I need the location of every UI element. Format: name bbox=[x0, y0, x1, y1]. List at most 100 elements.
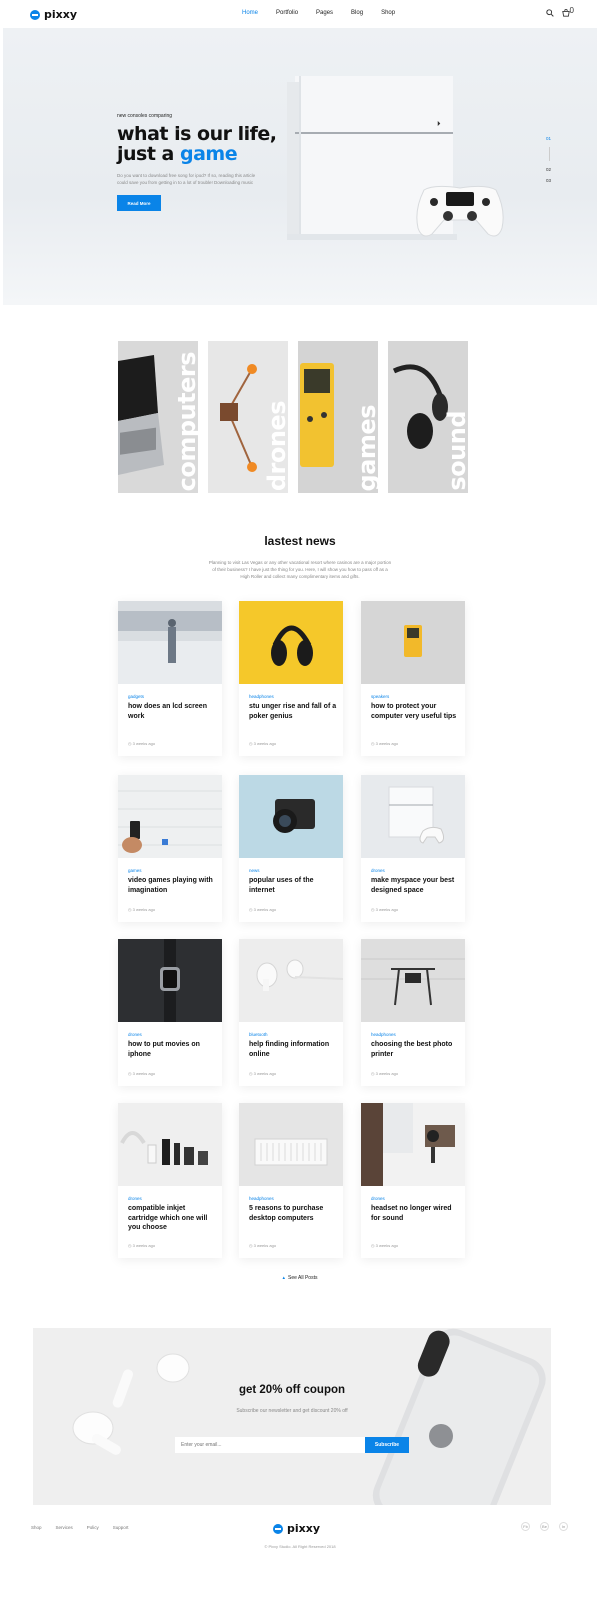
nav-portfolio[interactable]: Portfolio bbox=[276, 10, 298, 16]
category-games[interactable]: games bbox=[298, 341, 378, 493]
read-more-button[interactable]: Read More bbox=[117, 195, 161, 211]
see-all-posts-link[interactable]: ▴ See All Posts bbox=[0, 1275, 600, 1281]
hero-description: Do you want to download free song for ip… bbox=[117, 173, 256, 185]
cart-icon[interactable]: 0 bbox=[562, 6, 574, 19]
card-tag[interactable]: drones bbox=[128, 1032, 142, 1037]
header: pixxy Home Portfolio Pages Blog Shop 0 bbox=[0, 0, 600, 28]
news-card[interactable]: drones headset no longer wired for sound… bbox=[361, 1103, 465, 1258]
hero-title-line1: what is our life, bbox=[117, 123, 277, 145]
card-image-action-camera bbox=[361, 1103, 465, 1186]
hero-banner: ⏵ new consoles comparing what is our lif… bbox=[3, 28, 597, 305]
nav-home[interactable]: Home bbox=[242, 10, 258, 16]
facebook-icon[interactable]: Fb bbox=[521, 1522, 530, 1531]
category-computers[interactable]: computers bbox=[118, 341, 198, 493]
footer-link-services[interactable]: Services bbox=[56, 1525, 73, 1530]
card-title[interactable]: how to protect your computer very useful… bbox=[371, 702, 459, 721]
pager-item-2[interactable]: 02 bbox=[546, 167, 551, 172]
card-tag[interactable]: headphones bbox=[249, 694, 274, 699]
linkedin-icon[interactable]: In bbox=[559, 1522, 568, 1531]
card-tag[interactable]: games bbox=[128, 868, 142, 873]
category-drones[interactable]: drones bbox=[208, 341, 288, 493]
card-image-store bbox=[118, 601, 222, 684]
news-section-title: lastest news bbox=[264, 534, 336, 548]
news-card[interactable]: gadgets how does an lcd screen work ◷ 3 … bbox=[118, 601, 222, 756]
news-card[interactable]: headphones 5 reasons to purchase desktop… bbox=[239, 1103, 343, 1258]
card-tag[interactable]: drones bbox=[128, 1196, 142, 1201]
card-image-console bbox=[361, 775, 465, 858]
hero-kicker: new consoles comparing bbox=[117, 113, 173, 119]
card-time: ◷ 3 weeks ago bbox=[249, 907, 276, 912]
news-card[interactable]: speakers how to protect your computer ve… bbox=[361, 601, 465, 756]
news-card[interactable]: drones make myspace your best designed s… bbox=[361, 775, 465, 922]
card-title[interactable]: choosing the best photo printer bbox=[371, 1040, 459, 1059]
card-time: ◷ 3 weeks ago bbox=[371, 741, 398, 746]
news-card[interactable]: bluetooth help finding information onlin… bbox=[239, 939, 343, 1086]
category-label: computers bbox=[173, 351, 198, 491]
news-card[interactable]: news popular uses of the internet ◷ 3 we… bbox=[239, 775, 343, 922]
card-image-gadgets bbox=[118, 1103, 222, 1186]
nav-shop[interactable]: Shop bbox=[381, 10, 395, 16]
email-field[interactable] bbox=[175, 1437, 365, 1453]
footer-link-support[interactable]: Support bbox=[113, 1525, 129, 1530]
card-title[interactable]: stu unger rise and fall of a poker geniu… bbox=[249, 702, 337, 721]
social-links: Fb Be In bbox=[521, 1522, 568, 1531]
hero-pager: 01 02 03 bbox=[546, 136, 551, 183]
nav-pages[interactable]: Pages bbox=[316, 10, 333, 16]
coupon-subtitle: Subscribe our newsletter and get discoun… bbox=[236, 1408, 348, 1414]
card-image-watch bbox=[118, 939, 222, 1022]
news-card[interactable]: headphones stu unger rise and fall of a … bbox=[239, 601, 343, 756]
search-icon[interactable] bbox=[546, 9, 554, 19]
see-all-label: See All Posts bbox=[288, 1275, 318, 1281]
card-title[interactable]: how to put movies on iphone bbox=[128, 1040, 216, 1059]
hero-title-prefix: just a bbox=[117, 143, 174, 165]
card-title[interactable]: compatible inkjet cartridge which one wi… bbox=[128, 1204, 216, 1233]
logo[interactable]: pixxy bbox=[30, 8, 77, 21]
card-title[interactable]: make myspace your best designed space bbox=[371, 876, 459, 895]
card-tag[interactable]: headphones bbox=[371, 1032, 396, 1037]
logo-icon bbox=[273, 1523, 283, 1534]
pager-item-3[interactable]: 03 bbox=[546, 178, 551, 183]
card-image-phone-hands bbox=[118, 775, 222, 858]
card-time-text: 3 weeks ago bbox=[253, 1243, 277, 1248]
card-time: ◷ 3 weeks ago bbox=[128, 1243, 155, 1248]
category-sound[interactable]: sound bbox=[388, 341, 468, 493]
logo-text: pixxy bbox=[44, 8, 78, 21]
news-card[interactable]: games video games playing with imaginati… bbox=[118, 775, 222, 922]
card-time-text: 3 weeks ago bbox=[375, 741, 399, 746]
card-title[interactable]: popular uses of the internet bbox=[249, 876, 337, 895]
card-time: ◷ 3 weeks ago bbox=[249, 1071, 276, 1076]
copyright: © Pixxy Studio. All Right Reserved 2018 bbox=[264, 1544, 336, 1549]
news-card[interactable]: drones how to put movies on iphone ◷ 3 w… bbox=[118, 939, 222, 1086]
card-tag[interactable]: drones bbox=[371, 868, 385, 873]
card-tag[interactable]: speakers bbox=[371, 694, 389, 699]
card-title[interactable]: how does an lcd screen work bbox=[128, 702, 216, 721]
footer-link-shop[interactable]: Shop bbox=[31, 1525, 42, 1530]
subscribe-button[interactable]: Subscribe bbox=[365, 1437, 409, 1453]
card-tag[interactable]: gadgets bbox=[128, 694, 144, 699]
category-tiles: computers drones games sound bbox=[118, 341, 468, 493]
card-tag[interactable]: headphones bbox=[249, 1196, 274, 1201]
nav-blog[interactable]: Blog bbox=[351, 10, 363, 16]
footer-link-policy[interactable]: Policy bbox=[87, 1525, 99, 1530]
news-card[interactable]: drones compatible inkjet cartridge which… bbox=[118, 1103, 222, 1258]
card-tag[interactable]: drones bbox=[371, 1196, 385, 1201]
card-tag[interactable]: news bbox=[249, 868, 260, 873]
card-time-text: 3 weeks ago bbox=[375, 1243, 399, 1248]
card-title[interactable]: video games playing with imagination bbox=[128, 876, 216, 895]
card-title[interactable]: headset no longer wired for sound bbox=[371, 1204, 459, 1223]
pager-divider bbox=[549, 147, 550, 161]
card-title[interactable]: 5 reasons to purchase desktop computers bbox=[249, 1204, 337, 1223]
news-card[interactable]: headphones choosing the best photo print… bbox=[361, 939, 465, 1086]
behance-icon[interactable]: Be bbox=[540, 1522, 549, 1531]
card-tag[interactable]: bluetooth bbox=[249, 1032, 268, 1037]
footer-logo[interactable]: pixxy bbox=[273, 1522, 320, 1535]
pager-item-1[interactable]: 01 bbox=[546, 136, 551, 141]
card-time: ◷ 3 weeks ago bbox=[371, 907, 398, 912]
card-title[interactable]: help finding information online bbox=[249, 1040, 337, 1059]
card-time-text: 3 weeks ago bbox=[132, 1071, 156, 1076]
card-image-speaker bbox=[239, 1103, 343, 1186]
card-image-headphones bbox=[239, 601, 343, 684]
category-label: drones bbox=[263, 400, 288, 491]
coupon-banner: get 20% off coupon Subscribe our newslet… bbox=[33, 1328, 551, 1505]
page: pixxy Home Portfolio Pages Blog Shop 0 ⏵ bbox=[0, 0, 600, 1612]
